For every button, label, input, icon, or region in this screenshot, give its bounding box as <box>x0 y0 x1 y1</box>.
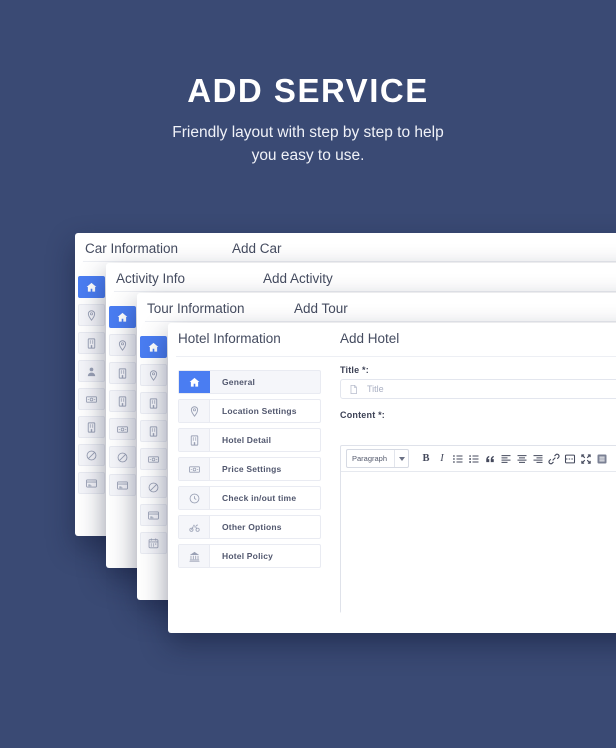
menu-item-general[interactable]: General <box>178 370 321 394</box>
blockquote-button[interactable] <box>482 451 498 467</box>
home-icon[interactable] <box>78 276 105 298</box>
align-right-button[interactable] <box>530 451 546 467</box>
map-pin-icon <box>179 400 210 422</box>
title-field-label: Title *: <box>340 365 369 375</box>
menu-item-label: Hotel Detail <box>210 429 320 451</box>
card-activity-add-title: Add Activity <box>263 271 333 286</box>
clock-icon <box>179 487 210 509</box>
bulleted-list-button[interactable] <box>450 451 466 467</box>
credit-card-icon[interactable] <box>109 474 136 496</box>
building-icon[interactable] <box>78 332 105 354</box>
card-car-title: Car Information <box>85 241 178 256</box>
car-sidebar-strip <box>78 276 105 494</box>
numbered-list-button[interactable] <box>466 451 482 467</box>
money-icon[interactable] <box>109 418 136 440</box>
map-pin-icon[interactable] <box>109 334 136 356</box>
building-icon <box>179 429 210 451</box>
add-service-screen: ADD SERVICE Friendly layout with step by… <box>0 0 616 748</box>
chevron-down-icon <box>394 450 408 467</box>
editor-content-area[interactable] <box>341 472 616 614</box>
card-hotel-title: Hotel Information <box>178 331 281 346</box>
document-icon <box>348 384 359 395</box>
building-icon[interactable] <box>78 416 105 438</box>
tour-sidebar-strip <box>140 336 167 554</box>
activity-sidebar-strip <box>109 306 136 496</box>
divider <box>176 356 616 357</box>
card-hotel: Hotel Information Add Hotel General Loca… <box>168 323 616 633</box>
divider <box>83 261 616 262</box>
menu-item-label: Check in/out time <box>210 487 320 509</box>
menu-item-other-options[interactable]: Other Options <box>178 515 321 539</box>
divider <box>145 321 616 322</box>
money-icon[interactable] <box>78 388 105 410</box>
card-tour-add-title: Add Tour <box>294 301 348 316</box>
menu-item-location-settings[interactable]: Location Settings <box>178 399 321 423</box>
content-editor: Paragraph B I <box>340 445 616 613</box>
align-center-button[interactable] <box>514 451 530 467</box>
read-more-button[interactable] <box>562 451 578 467</box>
hero-subtitle: Friendly layout with step by step to hel… <box>0 121 616 167</box>
credit-card-icon[interactable] <box>78 472 105 494</box>
align-left-button[interactable] <box>498 451 514 467</box>
bank-icon <box>179 545 210 567</box>
home-icon <box>179 371 210 393</box>
card-car-add-title: Add Car <box>232 241 282 256</box>
editor-toolbar: Paragraph B I <box>341 446 616 472</box>
map-pin-icon[interactable] <box>140 364 167 386</box>
menu-item-label: General <box>210 371 320 393</box>
toolbar-toggle-button[interactable] <box>594 451 610 467</box>
menu-item-label: Other Options <box>210 516 320 538</box>
paragraph-select-value: Paragraph <box>352 454 387 463</box>
menu-item-check-in-out-time[interactable]: Check in/out time <box>178 486 321 510</box>
ban-icon[interactable] <box>109 446 136 468</box>
menu-item-hotel-detail[interactable]: Hotel Detail <box>178 428 321 452</box>
menu-item-label: Hotel Policy <box>210 545 320 567</box>
bold-button[interactable]: B <box>418 451 434 467</box>
hero-title: ADD SERVICE <box>0 72 616 110</box>
building-icon[interactable] <box>109 390 136 412</box>
home-icon[interactable] <box>109 306 136 328</box>
building-icon[interactable] <box>140 392 167 414</box>
title-input[interactable] <box>365 383 616 395</box>
hotel-sidebar-menu: General Location Settings Hotel Detail P… <box>178 370 321 568</box>
divider <box>114 291 616 292</box>
ban-icon[interactable] <box>78 444 105 466</box>
hero-subtitle-line2: you easy to use. <box>0 144 616 167</box>
menu-item-price-settings[interactable]: Price Settings <box>178 457 321 481</box>
title-field <box>340 379 616 399</box>
money-icon[interactable] <box>140 448 167 470</box>
building-icon[interactable] <box>109 362 136 384</box>
ban-icon[interactable] <box>140 476 167 498</box>
menu-item-label: Price Settings <box>210 458 320 480</box>
card-tour-title: Tour Information <box>147 301 245 316</box>
hero-section: ADD SERVICE Friendly layout with step by… <box>0 72 616 167</box>
calendar-icon[interactable] <box>140 532 167 554</box>
paragraph-format-select[interactable]: Paragraph <box>346 449 409 468</box>
building-icon[interactable] <box>140 420 167 442</box>
content-field-label: Content *: <box>340 410 385 420</box>
user-icon[interactable] <box>78 360 105 382</box>
menu-item-hotel-policy[interactable]: Hotel Policy <box>178 544 321 568</box>
fullscreen-button[interactable] <box>578 451 594 467</box>
home-icon[interactable] <box>140 336 167 358</box>
money-icon <box>179 458 210 480</box>
card-activity-title: Activity Info <box>116 271 185 286</box>
credit-card-icon[interactable] <box>140 504 167 526</box>
card-hotel-add-title: Add Hotel <box>340 331 399 346</box>
motorcycle-icon <box>179 516 210 538</box>
hero-subtitle-line1: Friendly layout with step by step to hel… <box>0 121 616 144</box>
italic-button[interactable]: I <box>434 451 450 467</box>
menu-item-label: Location Settings <box>210 400 320 422</box>
map-pin-icon[interactable] <box>78 304 105 326</box>
insert-link-button[interactable] <box>546 451 562 467</box>
